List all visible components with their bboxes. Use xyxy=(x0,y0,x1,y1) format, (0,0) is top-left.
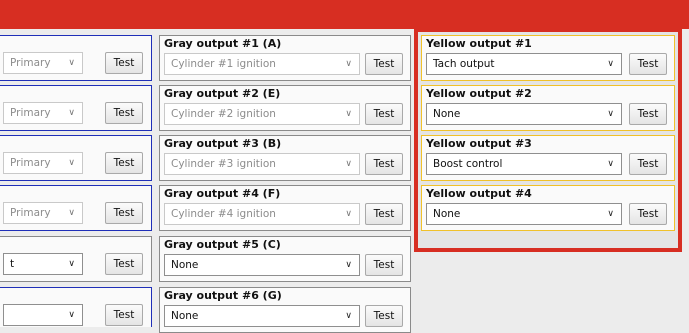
gray-output-6-test-button[interactable]: Test xyxy=(365,305,403,327)
chevron-down-icon: ∨ xyxy=(345,209,352,219)
left-output-3-select[interactable]: Primary ∨ xyxy=(3,152,83,174)
yellow-output-4-test-button[interactable]: Test xyxy=(629,203,667,225)
yellow-output-1-select[interactable]: Tach output ∨ xyxy=(426,53,622,75)
gray-output-4-test-button[interactable]: Test xyxy=(365,203,403,225)
gray-output-1-title: Gray output #1 (A) xyxy=(164,37,282,50)
left-output-2-select[interactable]: Primary ∨ xyxy=(3,102,83,124)
chevron-down-icon: ∨ xyxy=(345,159,352,169)
left-output-2-test-button[interactable]: Test xyxy=(105,102,143,124)
yellow-output-3-test-button[interactable]: Test xyxy=(629,153,667,175)
gray-output-5-select[interactable]: None ∨ xyxy=(164,254,360,276)
left-output-6-select[interactable]: ∨ xyxy=(3,304,83,326)
yellow-outputs-highlight-frame: Yellow output #1 Tach output ∨ Test Yello… xyxy=(414,28,682,252)
gray-output-4-group: Gray output #4 (F) Cylinder #4 ignition ∨… xyxy=(159,185,411,231)
yellow-output-1-title: Yellow output #1 xyxy=(426,37,532,50)
yellow-output-1-group: Yellow output #1 Tach output ∨ Test xyxy=(421,35,675,81)
gray-output-3-test-button[interactable]: Test xyxy=(365,153,403,175)
chevron-down-icon: ∨ xyxy=(607,209,614,219)
gray-output-1-group: Gray output #1 (A) Cylinder #1 ignition ∨… xyxy=(159,35,411,81)
left-output-group-3: Primary ∨ Test xyxy=(0,135,152,181)
yellow-output-4-select[interactable]: None ∨ xyxy=(426,203,622,225)
left-output-4-select[interactable]: Primary ∨ xyxy=(3,202,83,224)
yellow-output-3-group: Yellow output #3 Boost control ∨ Test xyxy=(421,135,675,181)
yellow-output-1-test-button[interactable]: Test xyxy=(629,53,667,75)
gray-output-5-test-button[interactable]: Test xyxy=(365,254,403,276)
left-output-5-select[interactable]: t ∨ xyxy=(3,253,83,275)
gray-output-2-group: Gray output #2 (E) Cylinder #2 ignition ∨… xyxy=(159,85,411,131)
yellow-output-2-select[interactable]: None ∨ xyxy=(426,103,622,125)
chevron-down-icon: ∨ xyxy=(345,260,352,270)
gray-output-6-title: Gray output #6 (G) xyxy=(164,289,282,302)
left-output-group-6: ∨ Test xyxy=(0,287,152,327)
left-output-4-test-button[interactable]: Test xyxy=(105,202,143,224)
chevron-down-icon: ∨ xyxy=(345,59,352,69)
gray-output-4-select[interactable]: Cylinder #4 ignition ∨ xyxy=(164,203,360,225)
left-output-1-test-button[interactable]: Test xyxy=(105,52,143,74)
chevron-down-icon: ∨ xyxy=(607,159,614,169)
chevron-down-icon: ∨ xyxy=(607,59,614,69)
left-output-group-4: Primary ∨ Test xyxy=(0,185,152,231)
gray-output-3-select[interactable]: Cylinder #3 ignition ∨ xyxy=(164,153,360,175)
gray-output-2-test-button[interactable]: Test xyxy=(365,103,403,125)
left-output-1-select[interactable]: Primary ∨ xyxy=(3,52,83,74)
chevron-down-icon: ∨ xyxy=(68,310,75,320)
chevron-down-icon: ∨ xyxy=(68,108,75,118)
left-output-6-test-button[interactable]: Test xyxy=(105,304,143,326)
left-output-group-5: t ∨ Test xyxy=(0,236,152,282)
left-output-column: Primary ∨ Test Primary ∨ Test Primary ∨ Tes… xyxy=(0,0,155,327)
gray-output-2-title: Gray output #2 (E) xyxy=(164,87,281,100)
left-output-group-1: Primary ∨ Test xyxy=(0,35,152,81)
chevron-down-icon: ∨ xyxy=(68,158,75,168)
yellow-output-2-group: Yellow output #2 None ∨ Test xyxy=(421,85,675,131)
gray-output-3-title: Gray output #3 (B) xyxy=(164,137,282,150)
gray-output-3-group: Gray output #3 (B) Cylinder #3 ignition ∨… xyxy=(159,135,411,181)
gray-output-1-select[interactable]: Cylinder #1 ignition ∨ xyxy=(164,53,360,75)
yellow-output-4-title: Yellow output #4 xyxy=(426,187,532,200)
chevron-down-icon: ∨ xyxy=(345,109,352,119)
chevron-down-icon: ∨ xyxy=(607,109,614,119)
gray-output-5-title: Gray output #5 (C) xyxy=(164,238,281,251)
chevron-down-icon: ∨ xyxy=(345,311,352,321)
yellow-output-4-group: Yellow output #4 None ∨ Test xyxy=(421,185,675,231)
chevron-down-icon: ∨ xyxy=(68,259,75,269)
yellow-output-3-title: Yellow output #3 xyxy=(426,137,532,150)
gray-output-6-select[interactable]: None ∨ xyxy=(164,305,360,327)
gray-output-2-select[interactable]: Cylinder #2 ignition ∨ xyxy=(164,103,360,125)
left-output-group-2: Primary ∨ Test xyxy=(0,85,152,131)
yellow-output-2-title: Yellow output #2 xyxy=(426,87,532,100)
yellow-output-3-select[interactable]: Boost control ∨ xyxy=(426,153,622,175)
chevron-down-icon: ∨ xyxy=(68,208,75,218)
yellow-output-2-test-button[interactable]: Test xyxy=(629,103,667,125)
left-output-5-test-button[interactable]: Test xyxy=(105,253,143,275)
gray-output-1-test-button[interactable]: Test xyxy=(365,53,403,75)
gray-output-5-group: Gray output #5 (C) None ∨ Test xyxy=(159,236,411,282)
left-output-3-test-button[interactable]: Test xyxy=(105,152,143,174)
chevron-down-icon: ∨ xyxy=(68,58,75,68)
gray-output-6-group: Gray output #6 (G) None ∨ Test xyxy=(159,287,411,333)
gray-output-4-title: Gray output #4 (F) xyxy=(164,187,281,200)
